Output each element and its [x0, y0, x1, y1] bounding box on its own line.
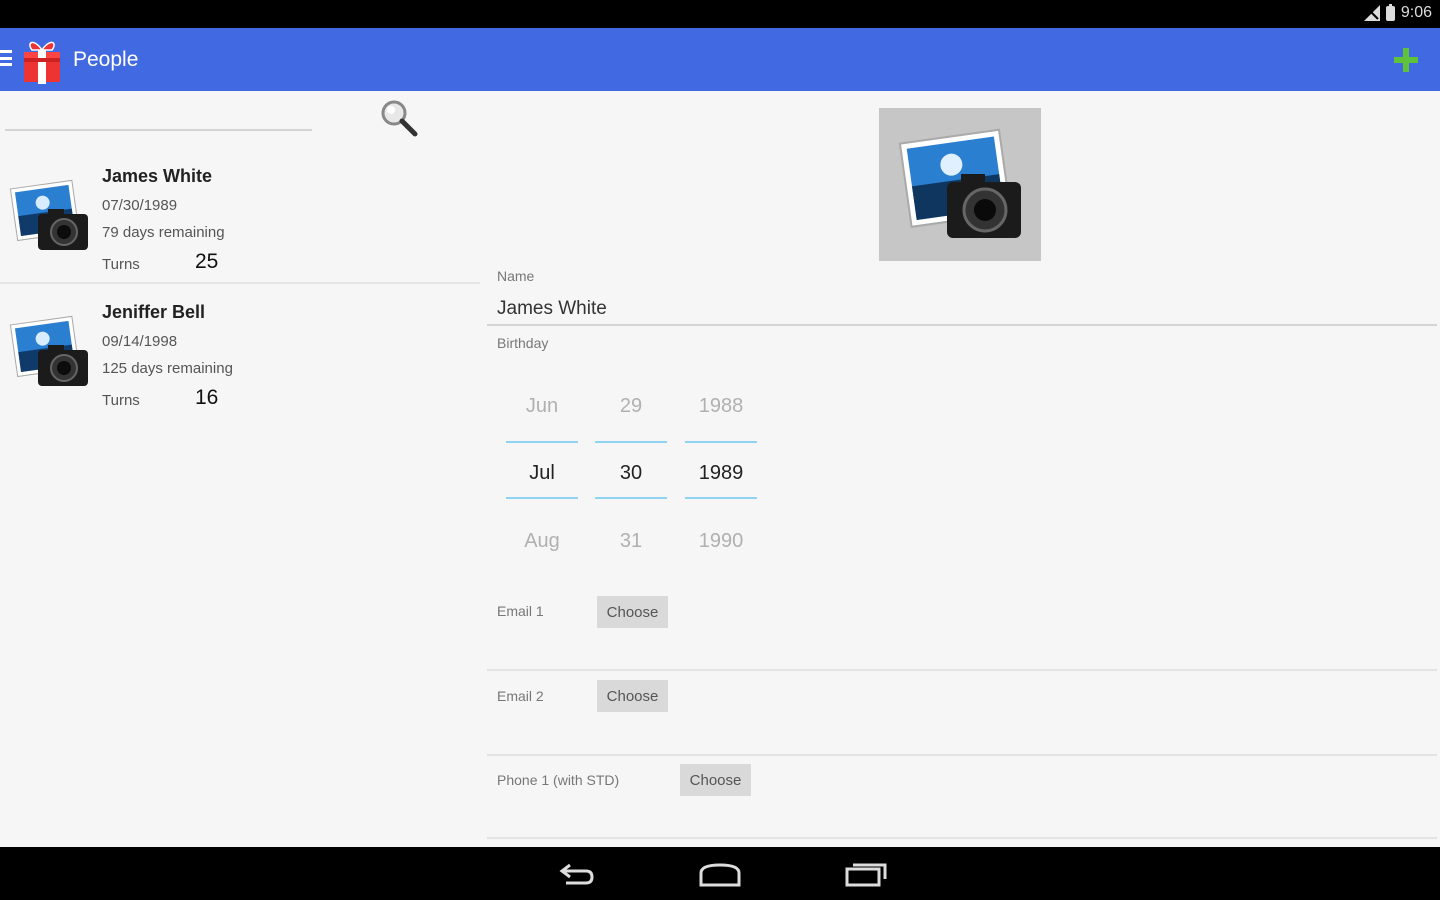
turns-value: 25 [195, 250, 219, 273]
person-list-item[interactable]: Jeniffer Bell 09/14/1998 125 days remain… [0, 286, 480, 420]
year-next[interactable]: 1990 [685, 530, 757, 553]
recent-apps-icon[interactable] [844, 855, 888, 891]
email1-separator [487, 669, 1437, 671]
person-name: Jeniffer Bell [102, 302, 206, 322]
turns-label: Turns [102, 256, 140, 273]
battery-icon [1385, 3, 1395, 21]
email2-choose-button[interactable]: Choose [597, 680, 668, 712]
person-photo-icon [9, 179, 88, 250]
phone1-separator [487, 837, 1437, 839]
month-line-top [506, 441, 578, 443]
turns-label: Turns [102, 392, 140, 409]
month-line-bottom [506, 497, 578, 499]
day-prev[interactable]: 29 [595, 395, 667, 418]
email2-separator [487, 754, 1437, 756]
phone1-label: Phone 1 (with STD) [497, 772, 620, 788]
year-current[interactable]: 1989 [685, 462, 757, 485]
email2-label: Email 2 [497, 688, 544, 704]
email1-choose-button[interactable]: Choose [597, 596, 668, 628]
search-icon[interactable] [378, 98, 420, 140]
photo-camera-icon [898, 128, 1021, 238]
name-underline [487, 324, 1437, 326]
year-line-bottom [685, 497, 757, 499]
person-photo-button[interactable] [879, 108, 1041, 261]
person-list-item[interactable]: James White 07/30/1989 79 days remaining… [0, 150, 480, 284]
person-days-remaining: 125 days remaining [102, 360, 233, 377]
person-photo-icon [9, 315, 88, 386]
year-line-top [685, 441, 757, 443]
name-field[interactable] [497, 298, 1397, 320]
drawer-menu-icon[interactable] [0, 50, 12, 66]
action-bar: People [0, 28, 1440, 91]
person-days-remaining: 79 days remaining [102, 224, 225, 241]
person-birthdate: 09/14/1998 [102, 333, 178, 350]
gift-app-icon[interactable] [22, 36, 62, 84]
year-prev[interactable]: 1988 [685, 395, 757, 418]
home-icon[interactable] [698, 855, 742, 891]
day-next[interactable]: 31 [595, 530, 667, 553]
name-label: Name [497, 268, 535, 284]
page-title: People [73, 48, 139, 71]
status-bar: 9:06 [0, 0, 1440, 28]
month-current[interactable]: Jul [506, 462, 578, 485]
system-nav-bar [0, 847, 1440, 900]
status-time: 9:06 [1400, 4, 1432, 21]
birthday-label: Birthday [497, 335, 549, 351]
day-current[interactable]: 30 [595, 462, 667, 485]
month-prev[interactable]: Jun [506, 395, 578, 418]
back-icon[interactable] [556, 855, 598, 891]
signal-icon [1363, 5, 1380, 21]
email1-label: Email 1 [497, 603, 544, 619]
phone1-choose-button[interactable]: Choose [680, 764, 751, 796]
search-input[interactable] [5, 100, 312, 128]
day-line-top [595, 441, 667, 443]
person-birthdate: 07/30/1989 [102, 197, 178, 214]
search-underline [5, 129, 312, 131]
turns-value: 16 [195, 386, 219, 409]
person-name: James White [102, 166, 213, 186]
add-person-icon[interactable] [1394, 48, 1418, 72]
status-indicators: 9:06 [1363, 3, 1432, 22]
day-line-bottom [595, 497, 667, 499]
month-next[interactable]: Aug [506, 530, 578, 553]
